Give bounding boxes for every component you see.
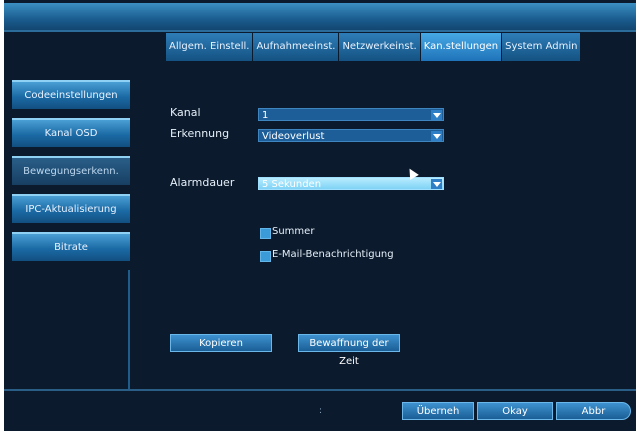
sidebar: Codeeinstellungen Kanal OSD Bewegungserk… — [12, 80, 130, 270]
alarmdauer-label: Alarmdauer — [170, 176, 235, 189]
kopieren-button[interactable]: Kopieren — [170, 334, 272, 352]
erkennung-label: Erkennung — [170, 127, 230, 140]
footer-divider — [4, 389, 636, 391]
summer-label: Summer — [272, 226, 315, 237]
tab-recording-settings[interactable]: Aufnahmeeinst. — [253, 33, 339, 61]
email-checkbox[interactable] — [260, 251, 271, 262]
sidebar-item-motion-detection[interactable]: Bewegungserkenn. — [12, 156, 130, 185]
erkennung-value: Videoverlust — [262, 131, 325, 142]
kanal-select[interactable]: 1 — [258, 108, 444, 121]
chevron-down-icon — [431, 131, 442, 141]
sidebar-item-code-settings[interactable]: Codeeinstellungen — [12, 80, 130, 109]
tab-system-admin[interactable]: System Admin — [502, 33, 581, 61]
title-bar — [4, 3, 636, 30]
kanal-label: Kanal — [170, 106, 201, 119]
summer-checkbox[interactable] — [260, 228, 271, 239]
tab-channel-settings[interactable]: Kan.stellungen — [420, 33, 502, 61]
alarmdauer-select[interactable]: 5 Sekunden — [258, 177, 444, 190]
email-label: E-Mail-Benachrichtigung — [272, 249, 394, 260]
kanal-value: 1 — [262, 110, 269, 121]
okay-button[interactable]: Okay — [477, 402, 553, 420]
cancel-button[interactable]: Abbr — [556, 402, 631, 420]
sidebar-divider — [128, 270, 130, 390]
tab-network-settings[interactable]: Netzwerkeinst. — [339, 33, 420, 61]
chevron-down-icon — [431, 179, 442, 189]
erkennung-select[interactable]: Videoverlust — [258, 129, 444, 142]
sidebar-item-bitrate[interactable]: Bitrate — [12, 232, 130, 261]
tab-general-settings[interactable]: Allgem. Einstell. — [166, 33, 253, 61]
tab-bar: Allgem. Einstell. Aufnahmeeinst. Netzwer… — [166, 33, 581, 61]
footer-dot: : — [319, 406, 323, 416]
sidebar-item-ipc-update[interactable]: IPC-Aktualisierung — [12, 194, 130, 223]
bewaffnung-button[interactable]: Bewaffnung der Zeit — [298, 334, 400, 367]
title-divider — [4, 30, 636, 32]
chevron-down-icon — [431, 110, 442, 120]
apply-button[interactable]: Überneh — [402, 402, 474, 420]
sidebar-item-channel-osd[interactable]: Kanal OSD — [12, 118, 130, 147]
alarmdauer-value: 5 Sekunden — [262, 179, 322, 190]
dvr-settings-screen: Allgem. Einstell. Aufnahmeeinst. Netzwer… — [4, 0, 636, 431]
